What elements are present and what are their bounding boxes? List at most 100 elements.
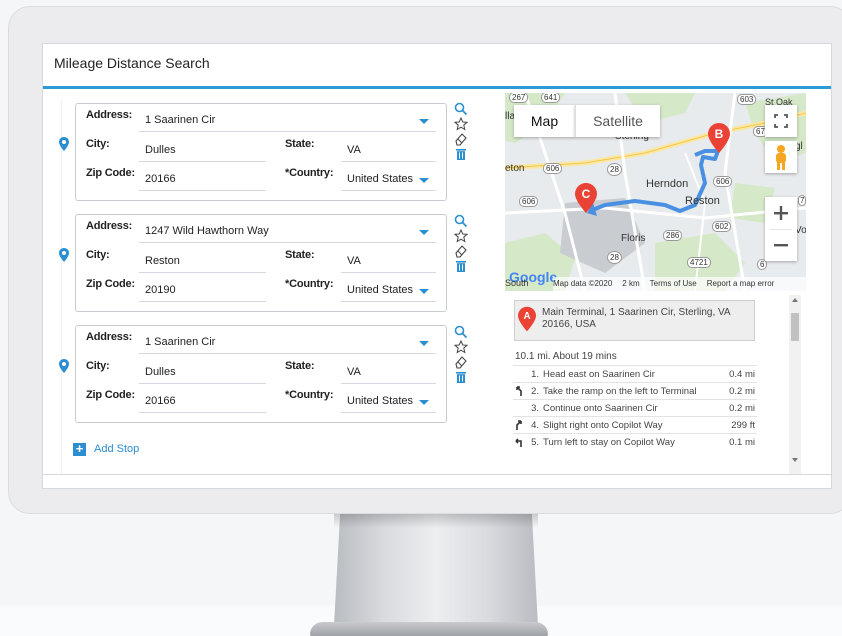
plus-icon: +: [73, 442, 86, 456]
direction-step[interactable]: 3. Continue onto Saarinen Cir 0.2 mi: [513, 399, 757, 416]
scroll-thumb[interactable]: [791, 313, 799, 341]
map-type-satellite-button[interactable]: Satellite: [575, 105, 660, 137]
map-type-map-button[interactable]: Map: [514, 105, 575, 137]
city-input[interactable]: Dulles: [145, 366, 176, 378]
map-attribution: Map data ©2020 2 km Terms of Use Report a m…: [553, 277, 806, 291]
eraser-icon[interactable]: [454, 132, 468, 146]
chevron-down-icon[interactable]: [419, 341, 429, 346]
map-place-label: South: [505, 278, 529, 288]
state-input[interactable]: VA: [347, 366, 361, 378]
trash-icon[interactable]: [454, 370, 468, 384]
fullscreen-icon: [774, 114, 788, 128]
stop-card-2: Address: 1247 Wild Hawthorn Way City: Re…: [75, 214, 447, 312]
terms-link[interactable]: Terms of Use: [650, 279, 697, 288]
step-text: Take the ramp on the left to Terminal: [543, 386, 697, 397]
state-input[interactable]: VA: [347, 255, 361, 267]
stop-1-tools: [454, 102, 468, 161]
eraser-icon[interactable]: [454, 244, 468, 258]
zip-label: Zip Code:: [86, 167, 135, 179]
star-icon[interactable]: [454, 340, 468, 354]
country-underline: [341, 301, 436, 302]
zip-underline: [139, 412, 266, 413]
chevron-down-icon[interactable]: [419, 178, 429, 183]
city-input[interactable]: Dulles: [145, 144, 176, 156]
monitor-stand-shadow: [334, 514, 538, 528]
pegman-icon: [776, 145, 786, 170]
direction-step[interactable]: 2. Take the ramp on the left to Terminal…: [513, 382, 757, 399]
marker-c-icon[interactable]: C: [575, 183, 597, 213]
map-route-shield: 606: [519, 196, 539, 207]
street-view-pegman[interactable]: [765, 141, 797, 173]
ramp-left-icon: [516, 386, 522, 396]
country-select[interactable]: United States: [347, 395, 413, 407]
chevron-down-icon[interactable]: [419, 289, 429, 294]
country-label: *Country:: [285, 389, 334, 401]
chevron-down-icon[interactable]: [419, 230, 429, 235]
zoom-in-icon[interactable]: [765, 197, 797, 261]
zip-input[interactable]: 20166: [145, 173, 176, 185]
eraser-icon[interactable]: [454, 355, 468, 369]
step-text: Turn left to stay on Copilot Way: [543, 437, 675, 448]
direction-step[interactable]: 1. Head east on Saarinen Cir 0.4 mi: [513, 365, 757, 382]
country-underline: [341, 412, 436, 413]
trash-icon[interactable]: [454, 147, 468, 161]
slight-right-icon: [516, 420, 522, 430]
left-gutter: [61, 100, 62, 474]
route-map[interactable]: 267 641 603 St Oak lla 67 Sterling gl 68…: [505, 93, 806, 291]
chevron-down-icon[interactable]: [419, 119, 429, 124]
map-route-shield: 606: [713, 176, 733, 187]
address-underline: [139, 131, 436, 132]
step-text: Slight right onto Copilot Way: [543, 420, 663, 431]
scroll-down-icon[interactable]: [792, 458, 798, 462]
zip-underline: [139, 190, 266, 191]
state-underline: [341, 272, 436, 273]
marker-b-icon[interactable]: B: [708, 123, 730, 153]
map-place-label: eton: [505, 163, 525, 174]
step-number: 2.: [531, 386, 539, 397]
map-data-credit: Map data ©2020: [553, 279, 613, 288]
zip-input[interactable]: 20190: [145, 284, 176, 296]
star-icon[interactable]: [454, 229, 468, 243]
trash-icon[interactable]: [454, 259, 468, 273]
state-input[interactable]: VA: [347, 144, 361, 156]
map-route-shield: 606: [543, 163, 563, 174]
marker-a-letter: A: [523, 311, 530, 322]
directions-scrollbar[interactable]: [789, 295, 801, 475]
chevron-down-icon[interactable]: [419, 400, 429, 405]
address-input[interactable]: 1247 Wild Hawthorn Way: [145, 225, 269, 237]
map-place-label: Herndon: [646, 178, 689, 190]
country-underline: [341, 190, 436, 191]
map-scale: 2 km: [622, 279, 640, 288]
address-label: Address:: [86, 331, 133, 343]
scroll-up-icon[interactable]: [792, 298, 798, 302]
route-summary: 10.1 mi. About 19 mins: [515, 351, 617, 362]
zip-input[interactable]: 20166: [145, 395, 176, 407]
star-icon[interactable]: [454, 117, 468, 131]
page-title: Mileage Distance Search: [54, 55, 210, 71]
state-label: State:: [285, 138, 315, 150]
address-input[interactable]: 1 Saarinen Cir: [145, 114, 215, 126]
map-route-shield: 28: [607, 251, 622, 264]
stop-3-tools: [454, 325, 468, 384]
direction-step[interactable]: 5. Turn left to stay on Copilot Way 0.1 …: [513, 433, 757, 450]
report-error-link[interactable]: Report a map error: [707, 279, 775, 288]
city-input[interactable]: Reston: [145, 255, 180, 267]
step-text: Head east on Saarinen Cir: [543, 369, 655, 380]
country-select[interactable]: United States: [347, 173, 413, 185]
direction-step[interactable]: 4. Slight right onto Copilot Way 299 ft: [513, 416, 757, 433]
city-underline: [139, 383, 266, 384]
search-icon[interactable]: [454, 325, 468, 339]
city-label: City:: [86, 249, 110, 261]
turn-left-icon: [515, 438, 522, 447]
monitor-bezel: Mileage Distance Search Address: 1 Saari…: [8, 6, 842, 514]
search-icon[interactable]: [454, 102, 468, 116]
map-route-shield: 602: [712, 221, 732, 232]
address-input[interactable]: 1 Saarinen Cir: [145, 336, 215, 348]
step-number: 1.: [531, 369, 539, 380]
country-select[interactable]: United States: [347, 284, 413, 296]
city-label: City:: [86, 360, 110, 372]
search-icon[interactable]: [454, 214, 468, 228]
location-pin-icon: [59, 248, 69, 262]
fullscreen-button[interactable]: [765, 105, 797, 137]
state-underline: [341, 383, 436, 384]
